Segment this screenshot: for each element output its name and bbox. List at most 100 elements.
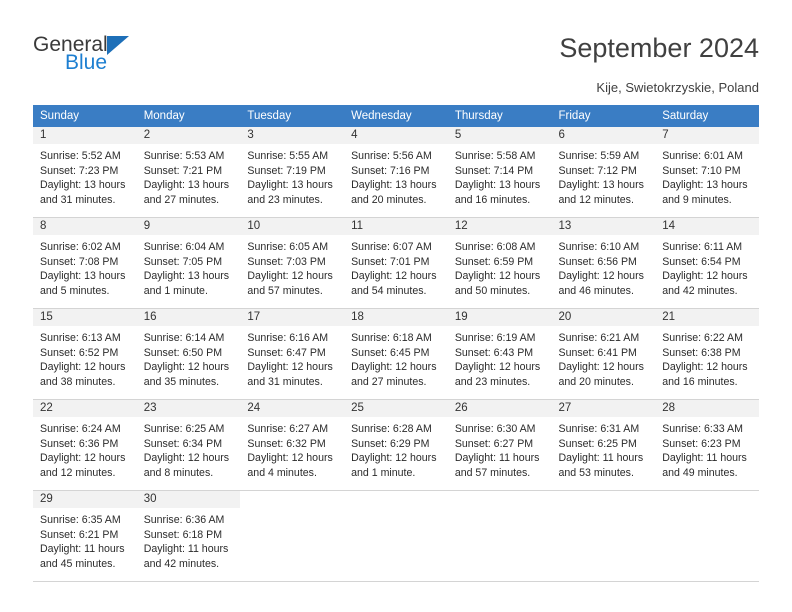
- calendar-day-cell[interactable]: 9 Sunrise: 6:04 AM Sunset: 7:05 PM Daylight…: [136, 217, 241, 309]
- day-details: Sunrise: 6:21 AM Sunset: 6:41 PM Daylight:…: [552, 326, 656, 389]
- sunrise-text: Sunrise: 6:14 AM: [143, 332, 225, 344]
- calendar-day-cell[interactable]: 30 Sunrise: 6:36 AM Sunset: 6:18 PM Dayligh…: [136, 490, 241, 582]
- calendar-day-cell[interactable]: 24 Sunrise: 6:27 AM Sunset: 6:32 PM Dayligh…: [240, 399, 345, 491]
- day-number: 18: [344, 309, 448, 326]
- calendar-day-cell[interactable]: 29 Sunrise: 6:35 AM Sunset: 6:21 PM Dayligh…: [33, 490, 137, 582]
- calendar-day-cell[interactable]: 5 Sunrise: 5:58 AM Sunset: 7:14 PM Daylight…: [447, 127, 552, 218]
- day-details: Sunrise: 6:14 AM Sunset: 6:50 PM Daylight:…: [137, 326, 241, 389]
- calendar-day-cell[interactable]: 4 Sunrise: 5:56 AM Sunset: 7:16 PM Daylight…: [344, 127, 448, 218]
- daylight-text-line1: Daylight: 12 hours: [247, 270, 333, 283]
- day-number: 19: [447, 309, 552, 326]
- weekday-header-saturday: Saturday: [655, 105, 759, 127]
- day-cell-content: 26 Sunrise: 6:30 AM Sunset: 6:27 PM Dayligh…: [447, 400, 552, 490]
- daylight-text-line1: Daylight: 12 hours: [40, 361, 126, 374]
- calendar-day-cell[interactable]: 6 Sunrise: 5:59 AM Sunset: 7:12 PM Daylight…: [551, 127, 656, 218]
- day-number: [344, 491, 448, 508]
- sunrise-text: Sunrise: 5:59 AM: [558, 150, 640, 162]
- calendar-day-cell[interactable]: 21 Sunrise: 6:22 AM Sunset: 6:38 PM Dayligh…: [655, 308, 759, 400]
- calendar-day-cell[interactable]: 14 Sunrise: 6:11 AM Sunset: 6:54 PM Dayligh…: [655, 217, 759, 309]
- calendar-day-cell[interactable]: 15 Sunrise: 6:13 AM Sunset: 6:52 PM Dayligh…: [33, 308, 137, 400]
- day-number: [240, 491, 344, 508]
- calendar-day-cell[interactable]: 19 Sunrise: 6:19 AM Sunset: 6:43 PM Dayligh…: [447, 308, 552, 400]
- daylight-text-line1: Daylight: 11 hours: [454, 452, 540, 465]
- sunset-text: Sunset: 7:10 PM: [662, 164, 741, 177]
- sunset-text: Sunset: 6:43 PM: [454, 346, 534, 359]
- calendar-day-cell[interactable]: 23 Sunrise: 6:25 AM Sunset: 6:34 PM Dayligh…: [136, 399, 241, 491]
- sunrise-text: Sunrise: 6:16 AM: [247, 332, 329, 344]
- daylight-text-line2: and 54 minutes.: [351, 284, 427, 297]
- calendar-week-row: 15 Sunrise: 6:13 AM Sunset: 6:52 PM Dayligh…: [33, 308, 759, 400]
- sunset-text: Sunset: 7:01 PM: [351, 255, 430, 268]
- sunset-text: Sunset: 7:23 PM: [40, 164, 119, 177]
- day-details: Sunrise: 6:16 AM Sunset: 6:47 PM Daylight:…: [240, 326, 344, 389]
- calendar-day-cell[interactable]: 20 Sunrise: 6:21 AM Sunset: 6:41 PM Dayligh…: [551, 308, 656, 400]
- calendar-day-cell[interactable]: 11 Sunrise: 6:07 AM Sunset: 7:01 PM Dayligh…: [344, 217, 448, 309]
- day-details: Sunrise: 6:01 AM Sunset: 7:10 PM Daylight:…: [655, 144, 759, 207]
- day-cell-content: 30 Sunrise: 6:36 AM Sunset: 6:18 PM Dayligh…: [136, 491, 241, 581]
- day-cell-content: [448, 491, 552, 581]
- page-header: General Blue September 2024 Kije, Swieto…: [0, 0, 792, 95]
- daylight-text-line2: and 42 minutes.: [143, 557, 220, 570]
- day-cell-content: 14 Sunrise: 6:11 AM Sunset: 6:54 PM Dayligh…: [655, 218, 759, 308]
- calendar-day-cell[interactable]: 16 Sunrise: 6:14 AM Sunset: 6:50 PM Dayligh…: [136, 308, 241, 400]
- daylight-text-line2: and 12 minutes.: [558, 193, 634, 206]
- calendar-day-cell[interactable]: 18 Sunrise: 6:18 AM Sunset: 6:45 PM Dayligh…: [344, 308, 448, 400]
- calendar-day-cell[interactable]: 8 Sunrise: 6:02 AM Sunset: 7:08 PM Daylight…: [33, 217, 137, 309]
- calendar-day-cell[interactable]: 1 Sunrise: 5:52 AM Sunset: 7:23 PM Daylight…: [33, 127, 137, 218]
- daylight-text-line2: and 27 minutes.: [143, 193, 220, 206]
- daylight-text-line1: Daylight: 12 hours: [143, 452, 230, 465]
- day-details: Sunrise: 5:58 AM Sunset: 7:14 PM Daylight:…: [448, 144, 552, 207]
- day-number: 15: [33, 309, 137, 326]
- daylight-text-line2: and 16 minutes.: [454, 193, 531, 206]
- calendar-day-cell[interactable]: 17 Sunrise: 6:16 AM Sunset: 6:47 PM Dayligh…: [240, 308, 345, 400]
- day-number: 10: [240, 218, 345, 235]
- calendar-day-cell[interactable]: 3 Sunrise: 5:55 AM Sunset: 7:19 PM Daylight…: [240, 127, 345, 218]
- sunset-text: Sunset: 7:16 PM: [351, 164, 430, 177]
- day-number: 7: [655, 127, 759, 144]
- daylight-text-line2: and 23 minutes.: [247, 193, 323, 206]
- sunrise-text: Sunrise: 6:30 AM: [454, 423, 536, 435]
- sunrise-text: Sunrise: 5:56 AM: [351, 150, 432, 162]
- day-details: Sunrise: 6:25 AM Sunset: 6:34 PM Daylight:…: [137, 417, 241, 480]
- daylight-text-line2: and 8 minutes.: [143, 466, 214, 479]
- daylight-text-line2: and 9 minutes.: [662, 193, 732, 206]
- calendar-day-cell[interactable]: 7 Sunrise: 6:01 AM Sunset: 7:10 PM Daylight…: [655, 127, 759, 218]
- sunset-text: Sunset: 6:27 PM: [454, 437, 534, 450]
- weekday-header-thursday: Thursday: [447, 105, 552, 127]
- weekday-header-row: Sunday Monday Tuesday Wednesday Thursday…: [33, 105, 759, 127]
- day-number: 28: [655, 400, 759, 417]
- sunset-text: Sunset: 6:34 PM: [143, 437, 223, 450]
- day-details: Sunrise: 6:13 AM Sunset: 6:52 PM Daylight:…: [33, 326, 137, 389]
- calendar-day-cell[interactable]: 28 Sunrise: 6:33 AM Sunset: 6:23 PM Dayligh…: [655, 399, 759, 491]
- day-number: 1: [33, 127, 137, 144]
- daylight-text-line1: Daylight: 13 hours: [558, 179, 644, 192]
- sunrise-text: Sunrise: 5:52 AM: [40, 150, 121, 162]
- sunset-text: Sunset: 6:41 PM: [558, 346, 637, 359]
- day-number: [655, 491, 759, 508]
- calendar-day-cell[interactable]: 10 Sunrise: 6:05 AM Sunset: 7:03 PM Dayligh…: [240, 217, 345, 309]
- sunrise-text: Sunrise: 6:28 AM: [351, 423, 432, 435]
- weekday-header-monday: Monday: [136, 105, 241, 127]
- calendar-day-cell[interactable]: 26 Sunrise: 6:30 AM Sunset: 6:27 PM Dayligh…: [447, 399, 552, 491]
- calendar-day-cell[interactable]: 12 Sunrise: 6:08 AM Sunset: 6:59 PM Dayligh…: [447, 217, 552, 309]
- calendar-week-row: 22 Sunrise: 6:24 AM Sunset: 6:36 PM Dayligh…: [33, 399, 759, 491]
- day-number: 2: [136, 127, 241, 144]
- daylight-text-line1: Daylight: 12 hours: [351, 270, 437, 283]
- calendar-day-cell[interactable]: 22 Sunrise: 6:24 AM Sunset: 6:36 PM Dayligh…: [33, 399, 137, 491]
- day-number: 23: [136, 400, 241, 417]
- daylight-text-line2: and 12 minutes.: [40, 466, 116, 479]
- sunrise-text: Sunrise: 5:53 AM: [143, 150, 225, 162]
- calendar-day-cell[interactable]: 13 Sunrise: 6:10 AM Sunset: 6:56 PM Dayligh…: [551, 217, 656, 309]
- day-cell-content: 16 Sunrise: 6:14 AM Sunset: 6:50 PM Dayligh…: [136, 309, 241, 399]
- calendar-day-cell[interactable]: 27 Sunrise: 6:31 AM Sunset: 6:25 PM Dayligh…: [551, 399, 656, 491]
- day-cell-content: [552, 491, 656, 581]
- calendar-day-cell[interactable]: 2 Sunrise: 5:53 AM Sunset: 7:21 PM Daylight…: [136, 127, 241, 218]
- day-cell-content: 6 Sunrise: 5:59 AM Sunset: 7:12 PM Daylight…: [551, 127, 656, 217]
- general-blue-logo[interactable]: General Blue: [33, 34, 153, 82]
- day-number: 16: [136, 309, 241, 326]
- day-number: 24: [240, 400, 345, 417]
- day-details: Sunrise: 6:04 AM Sunset: 7:05 PM Daylight:…: [137, 235, 241, 298]
- day-details: Sunrise: 6:30 AM Sunset: 6:27 PM Daylight:…: [448, 417, 552, 480]
- day-number: 22: [33, 400, 137, 417]
- calendar-day-cell[interactable]: 25 Sunrise: 6:28 AM Sunset: 6:29 PM Dayligh…: [344, 399, 448, 491]
